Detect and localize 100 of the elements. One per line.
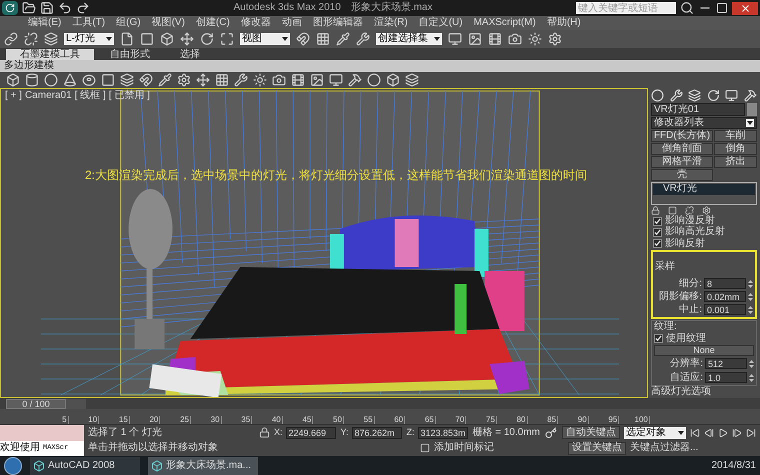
spinner-field[interactable]: 0.001 — [704, 304, 746, 315]
camera-icon[interactable] — [508, 32, 522, 46]
script-listener-field[interactable] — [0, 425, 84, 440]
search-icon[interactable] — [680, 1, 694, 15]
search-field[interactable]: 键入关键字或短语 — [576, 2, 676, 14]
coordinate-field[interactable]: 876.262m — [352, 426, 402, 439]
checkbox[interactable] — [653, 228, 662, 237]
spinner-arrows-icon[interactable] — [748, 278, 753, 288]
wrench-icon[interactable] — [356, 32, 370, 46]
menu-item[interactable]: 修改器 — [240, 18, 271, 28]
spinner-arrows-icon[interactable] — [749, 358, 754, 368]
selection-set-dropdown[interactable]: 创建选择集 — [376, 33, 442, 45]
next-frame-icon[interactable] — [732, 428, 742, 438]
rotate-icon[interactable] — [200, 32, 214, 46]
pipette-icon[interactable] — [336, 32, 350, 46]
menu-item[interactable]: 编辑(E) — [28, 18, 62, 28]
caret-icon[interactable] — [678, 430, 684, 435]
app-logo-icon[interactable] — [2, 1, 18, 15]
spinner-field[interactable]: 8 — [704, 278, 746, 289]
texture-map-button[interactable]: None — [654, 345, 754, 356]
layers-icon[interactable] — [120, 73, 134, 87]
redo-icon[interactable] — [76, 1, 90, 15]
film-icon[interactable] — [291, 73, 305, 87]
checkbox[interactable] — [654, 334, 663, 343]
grid-icon[interactable] — [316, 32, 330, 46]
modifier-button[interactable]: 壳 — [651, 169, 713, 181]
modifier-list-dropdown[interactable]: 修改器列表 — [651, 117, 757, 129]
time-slider-thumb[interactable]: 0 / 100 — [6, 398, 66, 408]
viewport-label[interactable]: Camera01 — [24, 91, 72, 101]
ribbon-tab[interactable]: 自由形式 — [96, 49, 164, 60]
monitor-icon[interactable] — [448, 32, 462, 46]
key-target-dropdown[interactable]: 选定对象 — [624, 426, 686, 439]
caret-icon[interactable] — [106, 37, 112, 41]
link-icon[interactable] — [4, 32, 18, 46]
sun-icon[interactable] — [528, 32, 542, 46]
caret-icon[interactable] — [747, 121, 753, 125]
file-icon[interactable] — [120, 32, 134, 46]
selection-filter-dropdown[interactable]: L-灯光 — [64, 33, 114, 45]
pipette-icon[interactable] — [158, 73, 172, 87]
menu-item[interactable]: 组(G) — [116, 18, 141, 28]
magnet-icon[interactable] — [296, 32, 310, 46]
box-icon[interactable] — [160, 32, 174, 46]
ribbon-tab[interactable]: 选择 — [166, 49, 214, 60]
checkbox[interactable] — [653, 216, 662, 226]
spinner-arrows-icon[interactable] — [748, 304, 753, 314]
taskbar-app[interactable]: 形象大床场景.ma... — [148, 456, 258, 474]
spinner-arrows-icon[interactable] — [749, 372, 754, 382]
wrench-icon[interactable] — [234, 73, 248, 87]
go-to-end-icon[interactable] — [746, 428, 756, 438]
start-button[interactable] — [4, 456, 22, 474]
spinner-field[interactable]: 512 — [705, 358, 747, 369]
checkbox[interactable] — [653, 239, 662, 248]
caret-icon[interactable] — [282, 37, 288, 41]
object-name-field[interactable]: VR灯光01 — [651, 103, 745, 116]
magnet-icon[interactable] — [139, 73, 153, 87]
menu-item[interactable]: 视图(V) — [152, 18, 185, 28]
circle-icon[interactable] — [367, 73, 381, 87]
maximize-icon[interactable] — [716, 2, 728, 14]
unlink-icon[interactable] — [24, 32, 38, 46]
modifier-button[interactable]: 挤出 — [714, 156, 757, 168]
modifier-button[interactable]: 网格平滑 — [651, 156, 713, 168]
show-result-icon[interactable] — [668, 206, 677, 215]
coordinate-dropdown[interactable]: 视图 — [240, 33, 290, 45]
close-button[interactable] — [732, 2, 758, 14]
configure-icon[interactable] — [702, 206, 711, 215]
box-icon[interactable] — [6, 73, 20, 87]
square-icon[interactable] — [140, 32, 154, 46]
color-swatch[interactable] — [747, 103, 757, 116]
set-key-button[interactable]: 设置关键点 — [568, 442, 626, 455]
spinner-field[interactable]: 0.02mm — [704, 291, 746, 302]
ribbon-panel-title[interactable]: 多边形建模 — [4, 61, 54, 71]
previous-frame-icon[interactable] — [704, 428, 714, 438]
move-icon[interactable] — [196, 73, 210, 87]
viewport-label[interactable]: [ 线框 ] — [74, 91, 106, 101]
modifier-button[interactable]: 车削 — [714, 130, 757, 142]
monitor-icon[interactable] — [329, 73, 343, 87]
menu-item[interactable]: 帮助(H) — [546, 18, 581, 28]
caret-icon[interactable] — [434, 37, 440, 41]
pin-stack-icon[interactable] — [651, 206, 660, 215]
open-icon[interactable] — [22, 1, 36, 15]
sun-icon[interactable] — [253, 73, 267, 87]
lock-icon[interactable] — [258, 427, 270, 438]
coordinate-field[interactable]: 3123.853m — [418, 426, 468, 439]
modifier-button[interactable]: 倒角剖面 — [651, 143, 713, 155]
film-icon[interactable] — [488, 32, 502, 46]
go-to-start-icon[interactable] — [690, 428, 700, 438]
key-icon[interactable] — [544, 426, 558, 439]
auto-key-button[interactable]: 自动关键点 — [562, 426, 620, 440]
coordinate-field[interactable]: 2249.669 — [286, 426, 336, 439]
time-slider-track[interactable]: 0 / 100 — [6, 398, 86, 408]
modifier-button[interactable]: 倒角 — [714, 143, 757, 155]
torus-icon[interactable] — [82, 73, 96, 87]
layers-icon[interactable] — [405, 73, 419, 87]
make-unique-icon[interactable] — [685, 206, 694, 215]
save-icon[interactable] — [40, 1, 54, 15]
menu-item[interactable]: 渲染(R) — [374, 18, 408, 28]
grid-icon[interactable] — [215, 73, 229, 87]
play-icon[interactable] — [718, 428, 728, 438]
cone-icon[interactable] — [63, 73, 77, 87]
spinner-arrows-icon[interactable] — [748, 292, 753, 302]
